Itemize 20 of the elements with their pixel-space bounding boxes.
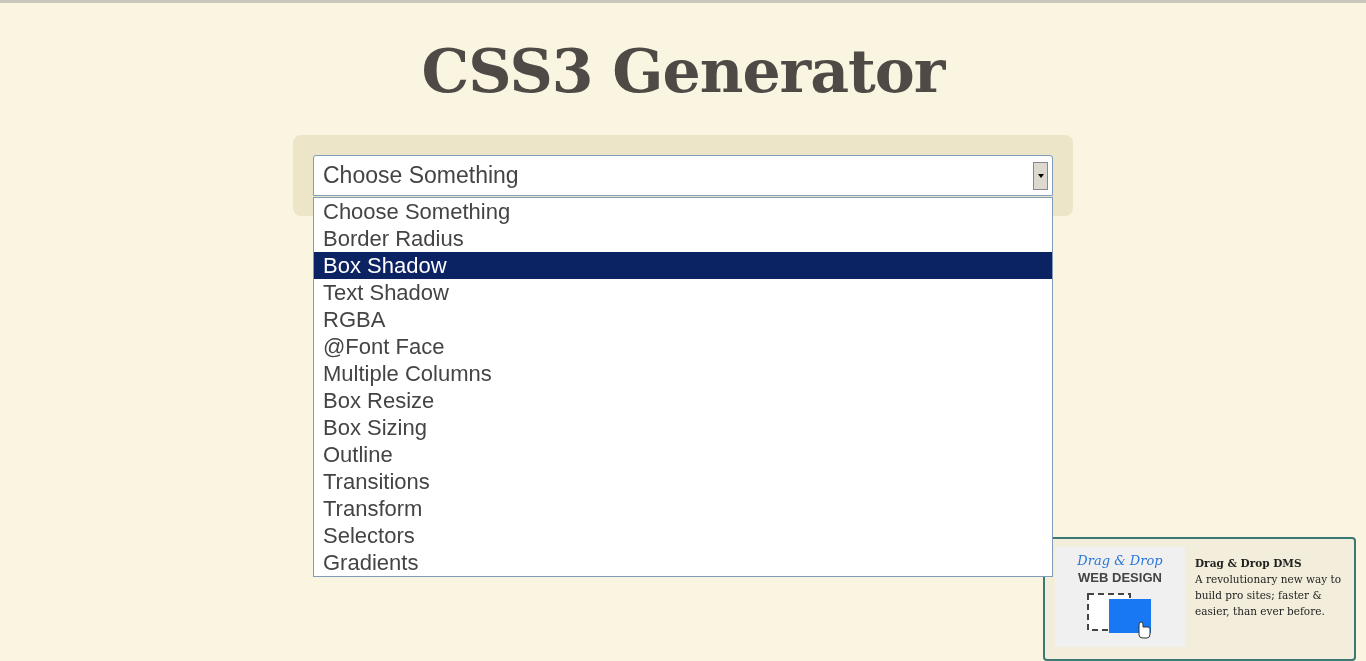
page-title: CSS3 Generator	[420, 35, 947, 107]
ad-description: A revolutionary new way to build pro sites; faster & easier, than ever before.	[1195, 572, 1343, 619]
dropdown-option[interactable]: Choose Something	[314, 198, 1052, 225]
dropdown-option[interactable]: Border Radius	[314, 225, 1052, 252]
dropdown-option[interactable]: Transitions	[314, 468, 1052, 495]
ad-image-script-text: Drag & Drop	[1077, 553, 1163, 568]
dropdown-option[interactable]: Box Resize	[314, 387, 1052, 414]
dropdown-option[interactable]: Selectors	[314, 522, 1052, 549]
ad-image-heading: WEB DESIGN	[1078, 570, 1162, 585]
dropdown-option[interactable]: @Font Face	[314, 333, 1052, 360]
dropdown-option[interactable]: Transform	[314, 495, 1052, 522]
dropdown-option[interactable]: Multiple Columns	[314, 360, 1052, 387]
dropdown-option[interactable]: Text Shadow	[314, 279, 1052, 306]
dropdown-option[interactable]: Outline	[314, 441, 1052, 468]
dropdown-option[interactable]: Box Sizing	[314, 414, 1052, 441]
dropdown-select[interactable]: Choose Something	[313, 155, 1053, 196]
dropdown-option[interactable]: Box Shadow	[314, 252, 1052, 279]
dropdown-option[interactable]: RGBA	[314, 306, 1052, 333]
dropdown-option[interactable]: Gradients	[314, 549, 1052, 576]
ad-title[interactable]: Drag & Drop DMS	[1195, 557, 1344, 569]
